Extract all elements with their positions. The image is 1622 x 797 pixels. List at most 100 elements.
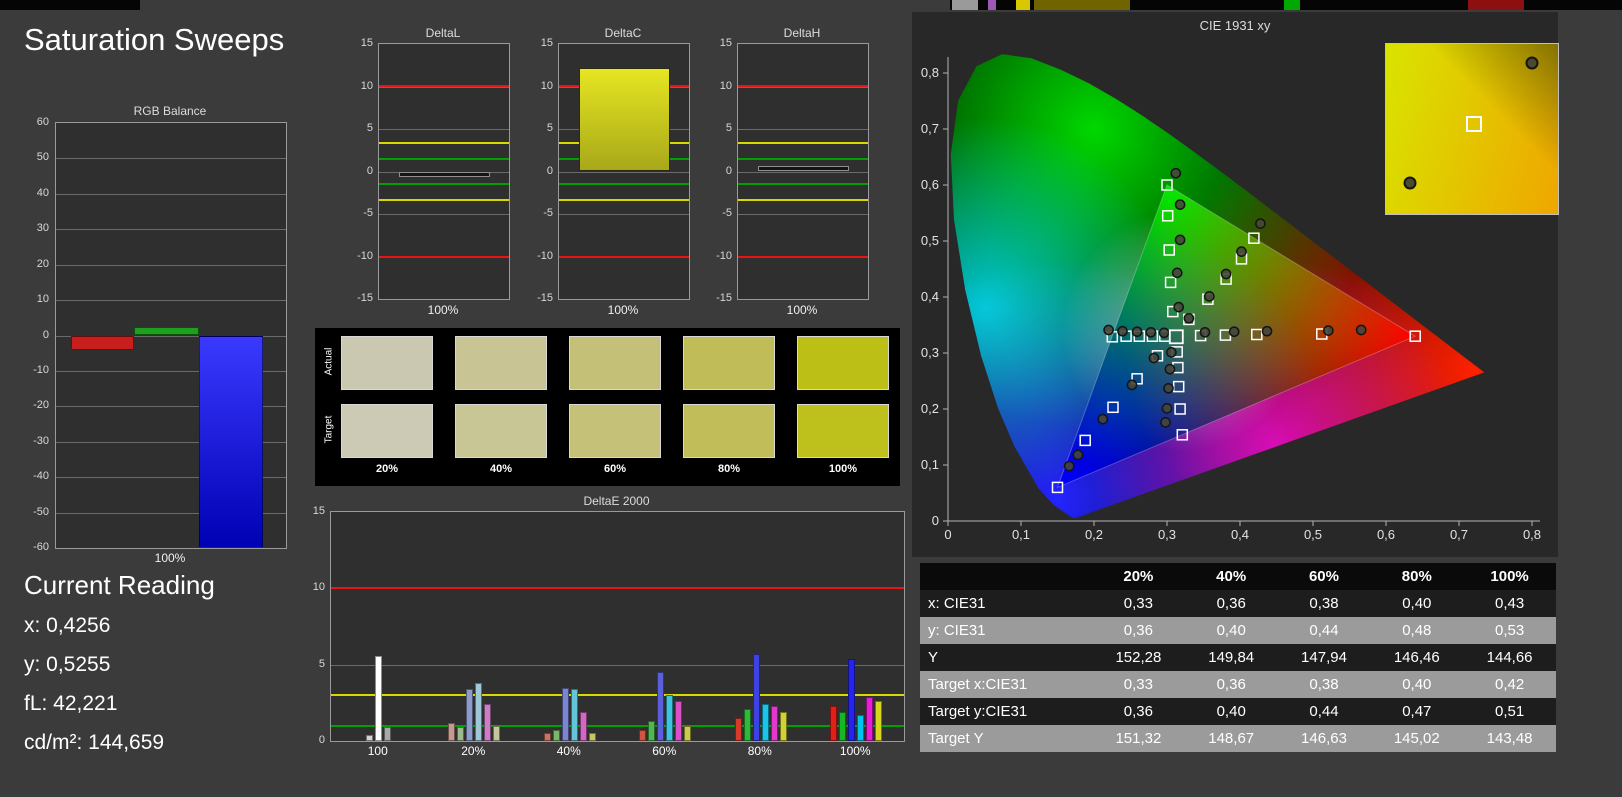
- svg-text:0,1: 0,1: [1012, 527, 1030, 542]
- table-cell: 147,94: [1277, 644, 1371, 671]
- table-cell: 0,36: [1092, 698, 1185, 725]
- y-tick-label: 15: [719, 37, 732, 49]
- swatch-percent-label: 40%: [489, 463, 513, 475]
- y-tick-label: -50: [33, 505, 49, 518]
- table-cell: 0,33: [1092, 671, 1185, 698]
- svg-text:0,4: 0,4: [1231, 527, 1249, 542]
- rgb-balance-chart: RGB Balance 60 50 40 30 20 10 0 -10 -20 -30 -40 -50…: [28, 100, 298, 575]
- swatch-percent-labels: 20% 40% 60% 80% 100%: [341, 463, 889, 475]
- inset-measured-point: [1525, 56, 1539, 70]
- bar: [666, 695, 674, 741]
- color-swatch: [455, 404, 547, 458]
- row-label: Target x:CIE31: [920, 671, 1092, 698]
- chart-title: RGB Balance: [133, 104, 207, 118]
- deltac-plot: [558, 43, 690, 300]
- bar: [875, 701, 883, 741]
- toolbar-button-fragment[interactable]: [1034, 0, 1130, 10]
- x-axis-label: 100%: [786, 303, 818, 317]
- bar: [366, 734, 374, 741]
- color-swatch: [569, 404, 661, 458]
- color-swatch: [569, 336, 661, 390]
- gridline: [379, 129, 509, 130]
- row-label: Y: [920, 644, 1092, 671]
- y-tick-label: 5: [366, 122, 373, 134]
- bar: [588, 733, 596, 741]
- bar: [752, 653, 760, 741]
- window-top-strip: [0, 0, 1622, 10]
- table-cell: 0,40: [1370, 671, 1464, 698]
- y-tick-label: 5: [318, 657, 325, 670]
- svg-text:0: 0: [932, 513, 939, 528]
- color-swatch: [341, 404, 433, 458]
- toolbar-button-fragment[interactable]: [1016, 0, 1030, 10]
- gridline: [56, 229, 286, 231]
- table-cell: 0,40: [1370, 590, 1464, 617]
- y-tick-label: 10: [540, 79, 553, 92]
- y-tick-label: -15: [537, 292, 553, 304]
- swatch-row-actual: [341, 336, 889, 390]
- table-cell: 0,44: [1277, 617, 1371, 644]
- inset-measured-point: [1403, 176, 1417, 190]
- results-table: 20% 40% 60% 80% 100% x: CIE31 0,33 0,36 0,38 0,40…: [920, 563, 1556, 752]
- bar: [493, 725, 501, 741]
- svg-text:0,7: 0,7: [1450, 527, 1468, 542]
- bar: [466, 689, 474, 741]
- deltae-xlabels: 100 20% 40% 60% 80% 100%: [330, 744, 903, 758]
- toolbar-button-fragment[interactable]: [988, 0, 996, 10]
- swatch-percent-label: 80%: [717, 463, 741, 475]
- limit-line: [379, 183, 509, 186]
- toolbar-button-fragment[interactable]: [1468, 0, 1524, 10]
- y-tick-label: 10: [36, 293, 49, 306]
- bar: [475, 683, 483, 741]
- current-reading-title: Current Reading: [24, 570, 215, 600]
- table-cell: 0,53: [1463, 617, 1556, 644]
- y-tick-label: -5: [363, 207, 373, 219]
- bar: [579, 712, 587, 741]
- gridline: [738, 171, 868, 173]
- color-swatch: [683, 404, 775, 458]
- table-cell: 0,38: [1277, 671, 1371, 698]
- chart-title: DeltaH: [783, 26, 821, 40]
- toolbar-button-fragment[interactable]: [952, 0, 978, 10]
- deltac-chart: DeltaC 15 10 5 0 -5 -10 -15 100%: [532, 24, 702, 324]
- table-cell: 144,66: [1463, 644, 1556, 671]
- bar: [779, 712, 787, 741]
- svg-text:0,1: 0,1: [921, 457, 939, 472]
- y-tick-label: -10: [357, 249, 373, 262]
- table-cell: 0,40: [1184, 698, 1278, 725]
- row-label: Target y:CIE31: [920, 698, 1092, 725]
- reading-cdm2: cd/m²: 144,659: [24, 731, 165, 754]
- y-tick-label: 15: [360, 37, 373, 49]
- toolbar-button-fragment[interactable]: [1284, 0, 1300, 10]
- table-cell: 0,47: [1370, 698, 1464, 725]
- y-tick-label: 0: [725, 164, 732, 177]
- bar: [657, 672, 665, 741]
- table-cell: 146,63: [1277, 725, 1371, 752]
- swatch-row-label-target: Target: [323, 415, 335, 444]
- chart-title: DeltaE 2000: [583, 494, 650, 508]
- y-tick-label: -10: [716, 249, 732, 262]
- bar: [561, 687, 569, 741]
- y-tick-label: 10: [719, 79, 732, 92]
- x-tick-label: 40%: [556, 744, 581, 758]
- y-tick-label: 30: [36, 222, 49, 235]
- bar: [770, 705, 778, 741]
- column-header: 100%: [1463, 563, 1556, 590]
- bar: [70, 335, 135, 350]
- svg-text:0,3: 0,3: [921, 345, 939, 360]
- bar: [384, 727, 392, 741]
- bar: [198, 335, 263, 548]
- limit-line: [559, 198, 689, 201]
- bar-group: [522, 512, 618, 741]
- bar: [375, 655, 383, 741]
- limit-line: [738, 255, 868, 258]
- color-swatch: [797, 404, 889, 458]
- bar: [839, 712, 847, 741]
- reading-x: x: 0,4256: [24, 614, 111, 637]
- color-swatch: [455, 336, 547, 390]
- y-tick-label: 10: [312, 581, 325, 594]
- limit-line: [379, 255, 509, 258]
- table-cell: 0,38: [1277, 590, 1371, 617]
- reading-fl: fL: 42,221: [24, 692, 118, 715]
- bar: [757, 165, 849, 172]
